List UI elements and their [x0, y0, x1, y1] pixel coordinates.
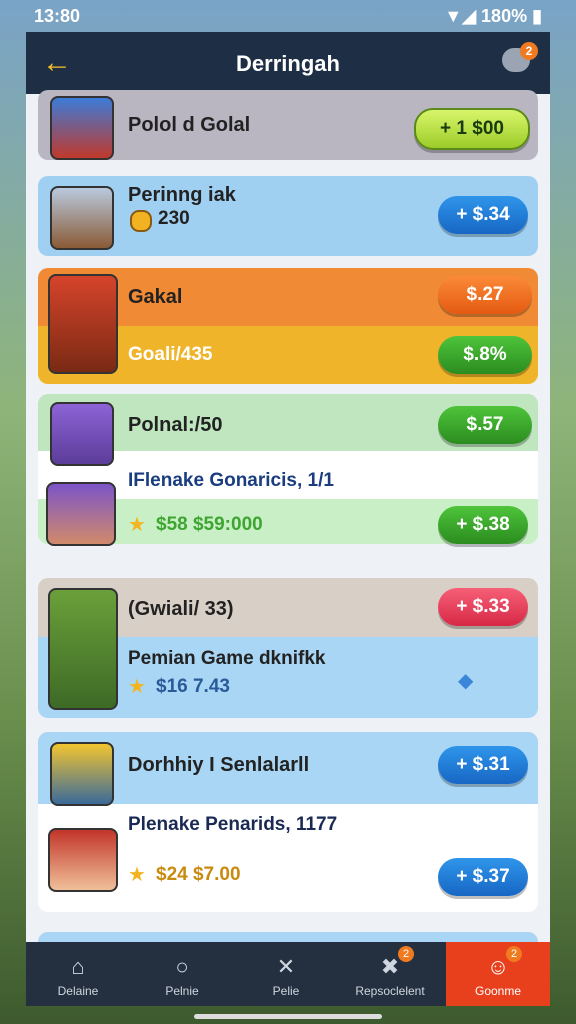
nav-label: Delaine [57, 984, 99, 998]
chat-badge: 2 [520, 42, 538, 60]
row-name: Gakal [128, 286, 183, 308]
avatar [48, 828, 118, 892]
list-item[interactable]: Gakal $.27 Goali/435 $.8% [38, 268, 538, 384]
avatar [46, 482, 116, 546]
swords-icon: ✕ [276, 954, 296, 979]
battery-text: 180% [481, 6, 528, 26]
avatar [48, 274, 118, 374]
search-icon: ○ [175, 954, 189, 979]
nav-tools[interactable]: ✖ Repsoclelent 2 [338, 942, 442, 1006]
row-name: Perinng iak [128, 184, 236, 206]
status-icons: ▼◢ 180% ▮ [444, 6, 542, 26]
row-name: (Gwiali/ 33) [128, 598, 234, 620]
star-icon: ★ [128, 864, 146, 886]
reward-button[interactable]: + 1 $00 [414, 108, 530, 150]
face-icon: ☺ [486, 954, 510, 979]
row-name: Polnal:/50 [128, 414, 223, 436]
add-button-2[interactable]: + $.37 [438, 858, 528, 896]
bottom-nav: ⌂ Delaine ○ Pelnie ✕ Pelie ✖ Repsoclelen… [26, 942, 550, 1006]
avatar [50, 742, 114, 806]
price-button[interactable]: $.27 [438, 276, 532, 314]
avatar [50, 402, 114, 466]
star-icon: ★ [128, 676, 146, 698]
list-item[interactable]: Polol d Golal + 1 $00 [38, 90, 538, 160]
row-subtitle: Pemian Game dknifkk [128, 648, 326, 669]
nav-badge: 2 [506, 946, 522, 962]
list-item[interactable]: Dorhhiy I Senlalarll + $.31 Plenake Pena… [38, 732, 538, 912]
list-item[interactable]: (Gwiali/ 33) + $.33 Pemian Game dknifkk … [38, 578, 538, 718]
home-indicator [194, 1014, 382, 1019]
add-button[interactable]: + $.38 [438, 506, 528, 544]
game-panel: ← Derringah 2 Polol d Golal + 1 $00 Peri… [26, 32, 550, 962]
nav-home[interactable]: ⌂ Delaine [26, 942, 130, 1006]
status-time: 13:80 [34, 6, 81, 26]
star-icon: ★ [128, 514, 146, 536]
coin-amount: $24 $7.00 [156, 864, 241, 885]
list-item[interactable]: Polnal:/50 $.57 IFlenake Gonaricis, 1/1 … [38, 394, 538, 546]
home-icon: ⌂ [71, 954, 85, 979]
nav-label: Pelnie [165, 984, 199, 998]
avatar [50, 186, 114, 250]
tools-icon: ✖ [380, 954, 400, 979]
avatar [48, 588, 118, 710]
coin-amount: 230 [158, 208, 190, 229]
row-name: Polol d Golal [128, 114, 251, 136]
price-button-2[interactable]: $.8% [438, 336, 532, 374]
nav-search[interactable]: ○ Pelnie [130, 942, 234, 1006]
nav-label: Goonme [474, 984, 522, 998]
status-bar: 13:80 ▼◢ 180% ▮ [0, 0, 576, 32]
nav-badge: 2 [398, 946, 414, 962]
add-button[interactable]: + $.31 [438, 746, 528, 784]
add-button[interactable]: + $.34 [438, 196, 528, 234]
row-subtitle: Plenake Penarids, 1177 [128, 814, 338, 835]
price-button[interactable]: $.57 [438, 406, 532, 444]
coin-amount: $16 7.43 [156, 676, 230, 697]
coin-amount: $58 $59:000 [156, 514, 263, 535]
row-subtitle: Goali/435 [128, 344, 213, 365]
remove-button[interactable]: + $.33 [438, 588, 528, 626]
nav-profile[interactable]: ☺ Goonme 2 [446, 942, 550, 1006]
coin-icon [130, 210, 152, 232]
avatar [50, 96, 114, 160]
row-name: Dorhhiy I Senlalarll [128, 754, 310, 776]
nav-label: Pelie [272, 984, 300, 998]
nav-battle[interactable]: ✕ Pelie [234, 942, 338, 1006]
page-title: Derringah [236, 51, 340, 76]
nav-label: Repsoclelent [355, 984, 425, 998]
gem-icon: ◆ [458, 670, 474, 692]
list-item[interactable]: Perinng iak 230 + $.34 [38, 176, 538, 256]
header: ← Derringah 2 [26, 32, 550, 94]
row-subtitle: IFlenake Gonaricis, 1/1 [128, 470, 334, 491]
